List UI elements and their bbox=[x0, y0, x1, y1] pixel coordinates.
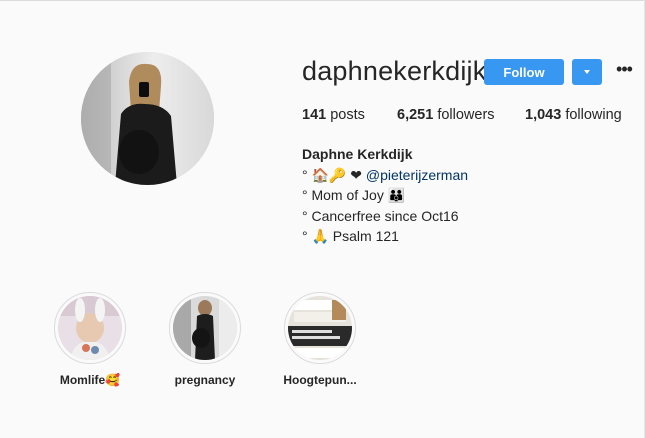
more-options-icon[interactable]: ••• bbox=[614, 60, 634, 80]
bio-line-4: ° 🙏 Psalm 121 bbox=[302, 228, 399, 244]
highlight-cover-image bbox=[58, 296, 122, 360]
posts-count: 141 posts bbox=[302, 107, 365, 123]
highlight-label: pregnancy bbox=[174, 373, 236, 387]
highlight-momlife[interactable]: Momlife🥰 bbox=[50, 292, 130, 387]
followers-count[interactable]: 6,251 followers bbox=[397, 107, 495, 123]
top-border bbox=[0, 0, 645, 1]
highlight-ring bbox=[54, 292, 126, 364]
highlight-pregnancy[interactable]: pregnancy bbox=[165, 292, 245, 387]
highlight-label: Momlife🥰 bbox=[59, 373, 121, 387]
profile-avatar[interactable] bbox=[81, 52, 214, 185]
followers-number: 6,251 bbox=[397, 107, 434, 123]
following-count[interactable]: 1,043 following bbox=[525, 107, 622, 123]
profile-bio: Daphne Kerkdijk ° 🏠🔑 ❤ @pieterijzerman °… bbox=[302, 144, 468, 247]
mention-link[interactable]: @pieterijzerman bbox=[366, 167, 468, 183]
profile-username: daphnekerkdijk bbox=[302, 56, 487, 86]
posts-label: posts bbox=[330, 107, 365, 123]
highlight-cover-image bbox=[288, 296, 352, 360]
highlight-ring bbox=[284, 292, 356, 364]
followers-label: followers bbox=[437, 107, 495, 123]
chevron-down-icon bbox=[584, 70, 590, 74]
bio-line-3: ° Cancerfree since Oct16 bbox=[302, 207, 459, 224]
bio-line-2: ° Mom of Joy 👪 bbox=[302, 187, 406, 203]
suggestions-dropdown-button[interactable] bbox=[572, 59, 602, 85]
profile-full-name: Daphne Kerkdijk bbox=[302, 146, 413, 162]
bio-line-1-text: ° 🏠🔑 ❤ bbox=[302, 166, 366, 183]
highlight-hoogtepunten[interactable]: Hoogtepun... bbox=[280, 292, 360, 387]
posts-number: 141 bbox=[302, 107, 327, 123]
highlight-ring bbox=[169, 292, 241, 364]
following-label: following bbox=[565, 107, 622, 123]
highlight-label: Hoogtepun... bbox=[283, 373, 357, 387]
following-number: 1,043 bbox=[525, 107, 562, 123]
bio-line-1: ° 🏠🔑 ❤ @pieterijzerman bbox=[302, 165, 468, 186]
highlight-cover-image bbox=[173, 296, 237, 360]
follow-button[interactable]: Follow bbox=[484, 59, 564, 85]
